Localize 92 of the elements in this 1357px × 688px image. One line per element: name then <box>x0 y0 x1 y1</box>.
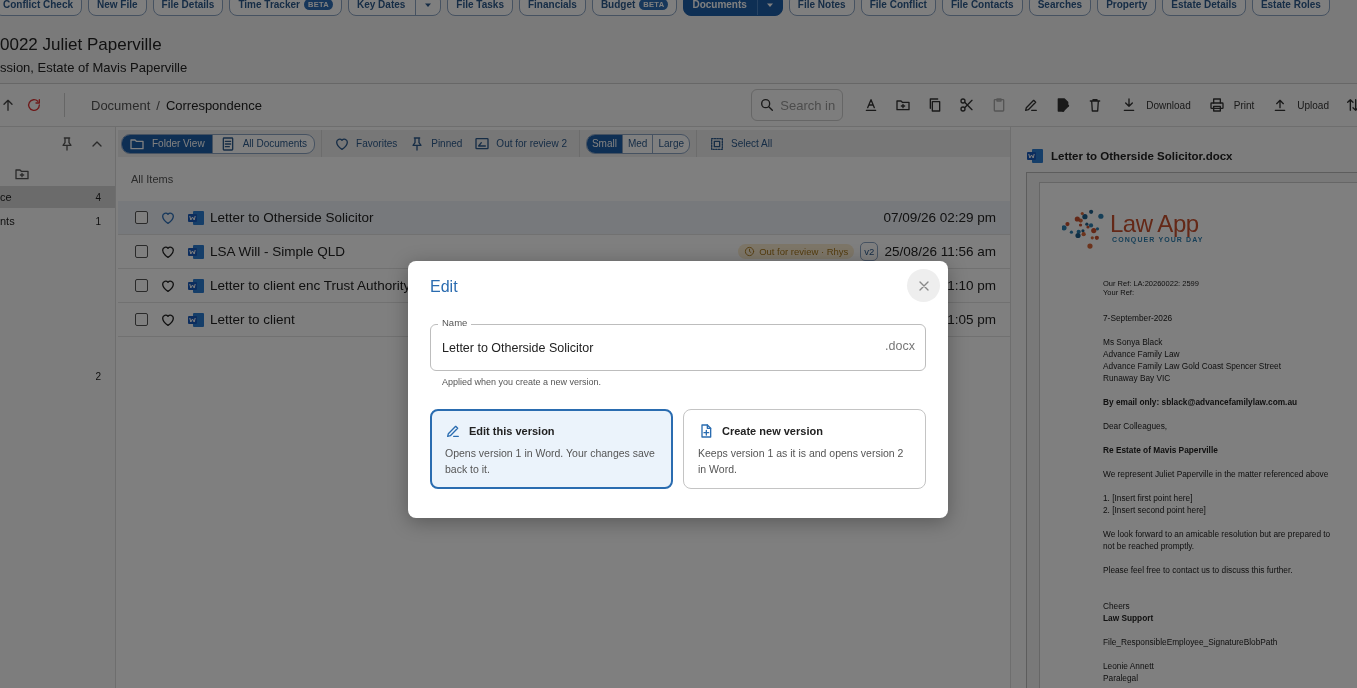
search-icon <box>759 97 776 113</box>
version-option[interactable]: Edit this version Opens version 1 in Word. Your changes save back to it. <box>430 409 673 489</box>
letter-paragraph: We represent Juliet Paperville in the matter referenced above <box>1103 468 1330 480</box>
tab[interactable]: File Details <box>152 0 224 16</box>
field-label: Name <box>438 317 472 328</box>
cut-icon[interactable] <box>959 97 976 113</box>
review-filter[interactable]: Out for review 2 <box>474 135 567 152</box>
option-title: Edit this version <box>469 425 555 437</box>
word-file-icon <box>1027 149 1043 163</box>
size-toggle[interactable]: Large <box>652 134 689 153</box>
document-date: 1:10 pm <box>947 278 996 293</box>
document-name: Letter to client <box>210 312 295 327</box>
size-toggle[interactable]: Med <box>621 134 653 153</box>
size-toggle[interactable]: Small <box>586 134 622 153</box>
print-icon <box>1208 97 1225 113</box>
version-option[interactable]: Create new version Keeps version 1 as it is and opens version 2 in Word. <box>683 409 926 489</box>
tab[interactable]: File Tasks <box>447 0 513 16</box>
tab[interactable]: Documents <box>683 0 783 16</box>
up-arrow-icon[interactable] <box>0 97 16 113</box>
checkbox[interactable] <box>135 279 148 292</box>
sort-icon[interactable] <box>1345 97 1357 113</box>
word-file-icon <box>188 244 204 259</box>
tab[interactable]: Searches <box>1028 0 1092 16</box>
letter-paragraph: Re Estate of Mavis Paperville <box>1103 444 1219 456</box>
upload-button[interactable]: Upload <box>1272 97 1329 113</box>
letter-paragraph: We look forward to an amicable resolution but are prepared to not be reached promptly. <box>1103 528 1332 552</box>
checkbox[interactable] <box>135 211 148 224</box>
letter-paragraph: File_ResponsibleEmployee_SignatureBlobPath <box>1103 636 1279 648</box>
breadcrumb-separator: / <box>156 97 160 113</box>
tab[interactable]: Key Dates <box>348 0 442 16</box>
favorites-filter[interactable]: Favorites <box>334 135 398 152</box>
option-description: Opens version 1 in Word. Your changes save back to it. <box>445 446 656 477</box>
logo-name: Law App <box>1110 211 1200 236</box>
document-date: 1:05 pm <box>947 312 996 327</box>
new-file-icon <box>698 423 714 439</box>
option-title: Create new version <box>722 425 823 437</box>
letter-paragraph: 7-September-2026 <box>1103 312 1174 324</box>
tab[interactable]: New File <box>88 0 147 16</box>
document-date: 07/09/26 02:29 pm <box>883 210 996 225</box>
tab[interactable]: Conflict Check <box>0 0 82 16</box>
letter-paragraph: Cheers Law Support <box>1103 600 1155 624</box>
select-all-button[interactable]: Select All <box>709 135 773 152</box>
letter-paragraph: 1. [Insert first point here] 2. [Insert second point here] <box>1103 492 1207 516</box>
folder-item[interactable]: nts 1 <box>0 210 115 232</box>
folder-item[interactable]: ce 4 <box>0 186 115 208</box>
tab[interactable]: Financials <box>519 0 586 16</box>
file-extension: .docx <box>885 339 915 353</box>
tab[interactable]: Estate Details <box>1162 0 1246 16</box>
tab[interactable]: Property <box>1097 0 1157 16</box>
checkbox[interactable] <box>135 245 148 258</box>
letter-paragraph: Ms Sonya Black Advance Family Law Advance Family Law Gold Coast Spencer Street Runaway Bay VIC <box>1103 336 1282 384</box>
tab[interactable]: File Contacts <box>941 0 1023 16</box>
option-description: Keeps version 1 as it is and opens version 2 in Word. <box>698 446 905 477</box>
letter-paragraph: Dear Colleagues, <box>1103 420 1169 432</box>
matter-title: 0022 Juliet Paperville <box>0 35 163 55</box>
review-status-badge: Out for review · Rhys <box>738 244 855 259</box>
preview-title: Letter to Otherside Solicitor.docx <box>1051 150 1233 162</box>
document-row[interactable]: Letter to Otherside Solicitor 07/09/26 02:29 pm <box>118 201 1010 235</box>
new-folder-icon[interactable] <box>895 97 912 113</box>
pinned-filter[interactable]: Pinned <box>409 135 463 152</box>
tab[interactable]: File Conflict <box>860 0 936 16</box>
select-all-icon <box>709 135 725 152</box>
rename-icon[interactable] <box>1023 97 1040 113</box>
helper-text: Applied when you create a new version. <box>442 377 602 387</box>
document-name: LSA Will - Simple QLD <box>210 244 346 259</box>
word-file-icon <box>188 312 204 327</box>
dialog-title: Edit <box>430 278 458 297</box>
breadcrumb-link[interactable]: Document <box>91 97 151 113</box>
document-name: Letter to client enc Trust Authority <box>210 278 411 293</box>
document-name: Letter to Otherside Solicitor <box>210 210 374 225</box>
letter-paragraph: By email only: sblack@advancefamilylaw.com.au <box>1103 396 1299 408</box>
document-date: 25/08/26 11:56 am <box>884 244 996 259</box>
letter-paragraph: Please feel free to contact us to discuss this further. <box>1103 564 1294 576</box>
view-toggle[interactable]: Folder View <box>122 134 212 153</box>
letter-paragraph: Leonie Annett Paralegal <box>1103 660 1155 684</box>
checkbox[interactable] <box>135 313 148 326</box>
matter-subtitle: ssion, Estate of Mavis Paperville <box>0 60 189 75</box>
folder-item[interactable]: 2 <box>0 365 115 387</box>
review-icon <box>474 135 491 152</box>
view-toggle[interactable]: All Documents <box>211 134 315 153</box>
download-button[interactable]: Download <box>1121 97 1191 113</box>
clock-icon <box>744 246 756 257</box>
breadcrumb-current: Correspondence <box>165 97 262 113</box>
word-file-icon <box>188 210 204 225</box>
word-file-icon <box>188 278 204 293</box>
list-heading: All Items <box>130 172 175 187</box>
tab[interactable]: File Notes <box>788 0 855 16</box>
refresh-icon[interactable] <box>26 97 42 113</box>
tab[interactable]: Estate Roles <box>1251 0 1330 16</box>
pin-icon[interactable] <box>59 134 75 153</box>
print-button[interactable]: Print <box>1208 97 1255 113</box>
pencil-icon <box>445 423 461 439</box>
